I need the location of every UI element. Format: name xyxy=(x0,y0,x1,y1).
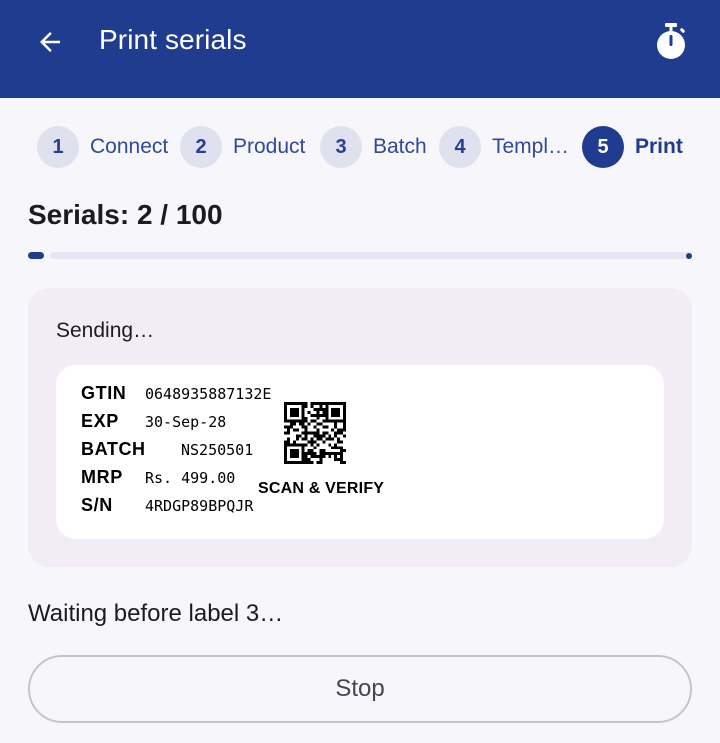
step-batch[interactable]: 3 Batch xyxy=(320,126,427,168)
progress-bar xyxy=(28,252,692,260)
label-row-mrp: MRP Rs. 499.00 xyxy=(81,467,235,488)
label-row-batch: BATCH NS250501 xyxy=(81,439,253,460)
step-product[interactable]: 2 Product xyxy=(180,126,305,168)
step-label: Templ… xyxy=(492,135,570,158)
step-connect[interactable]: 1 Connect xyxy=(37,126,168,168)
label-row-serial: S/N 4RDGP89BPQJR xyxy=(81,495,253,516)
qr-code-icon xyxy=(284,402,346,464)
label-key: EXP xyxy=(81,411,119,431)
waiting-status: Waiting before label 3… xyxy=(28,600,284,627)
progress-end-dot xyxy=(686,252,692,259)
step-number: 2 xyxy=(180,126,222,168)
step-number: 5 xyxy=(582,126,624,168)
label-key: GTIN xyxy=(81,383,127,403)
step-print[interactable]: 5 Print xyxy=(582,126,683,168)
stepper: 1 Connect 2 Product 3 Batch 4 Templ… 5 P… xyxy=(0,126,720,170)
step-label: Batch xyxy=(373,135,427,158)
step-template[interactable]: 4 Templ… xyxy=(439,126,569,168)
step-label: Print xyxy=(635,135,683,158)
scan-verify-text: SCAN & VERIFY xyxy=(258,480,385,497)
label-row-exp: EXP 30-Sep-28 xyxy=(81,411,226,432)
label-value: Rs. 499.00 xyxy=(145,469,236,487)
label-key: BATCH xyxy=(81,439,146,459)
label-key: S/N xyxy=(81,495,113,515)
back-button[interactable] xyxy=(28,22,72,62)
print-status-card: Sending… GTIN 0648935887132E EXP 30-Sep-… xyxy=(28,288,692,567)
label-value: 0648935887132E xyxy=(145,385,272,403)
label-value: 4RDGP89BPQJR xyxy=(145,497,254,515)
label-row-gtin: GTIN 0648935887132E xyxy=(81,383,271,404)
app-bar: Print serials xyxy=(0,0,720,98)
step-number: 1 xyxy=(37,126,79,168)
step-number: 3 xyxy=(320,126,362,168)
serials-counter: Serials: 2 / 100 xyxy=(28,199,223,230)
label-value: 30-Sep-28 xyxy=(145,413,227,431)
send-status: Sending… xyxy=(56,319,155,342)
arrow-left-icon xyxy=(40,32,60,52)
step-label: Connect xyxy=(90,135,169,158)
stop-button[interactable]: Stop xyxy=(28,655,692,723)
progress-fill xyxy=(28,252,44,259)
step-number: 4 xyxy=(439,126,481,168)
label-preview: GTIN 0648935887132E EXP 30-Sep-28 BATCH … xyxy=(56,365,664,539)
label-key: MRP xyxy=(81,467,123,487)
timer-button[interactable] xyxy=(648,18,694,64)
stopwatch-icon xyxy=(657,23,685,59)
page-title: Print serials xyxy=(99,24,247,55)
label-value: NS250501 xyxy=(181,441,254,459)
progress-track xyxy=(50,252,692,259)
step-label: Product xyxy=(233,135,306,158)
